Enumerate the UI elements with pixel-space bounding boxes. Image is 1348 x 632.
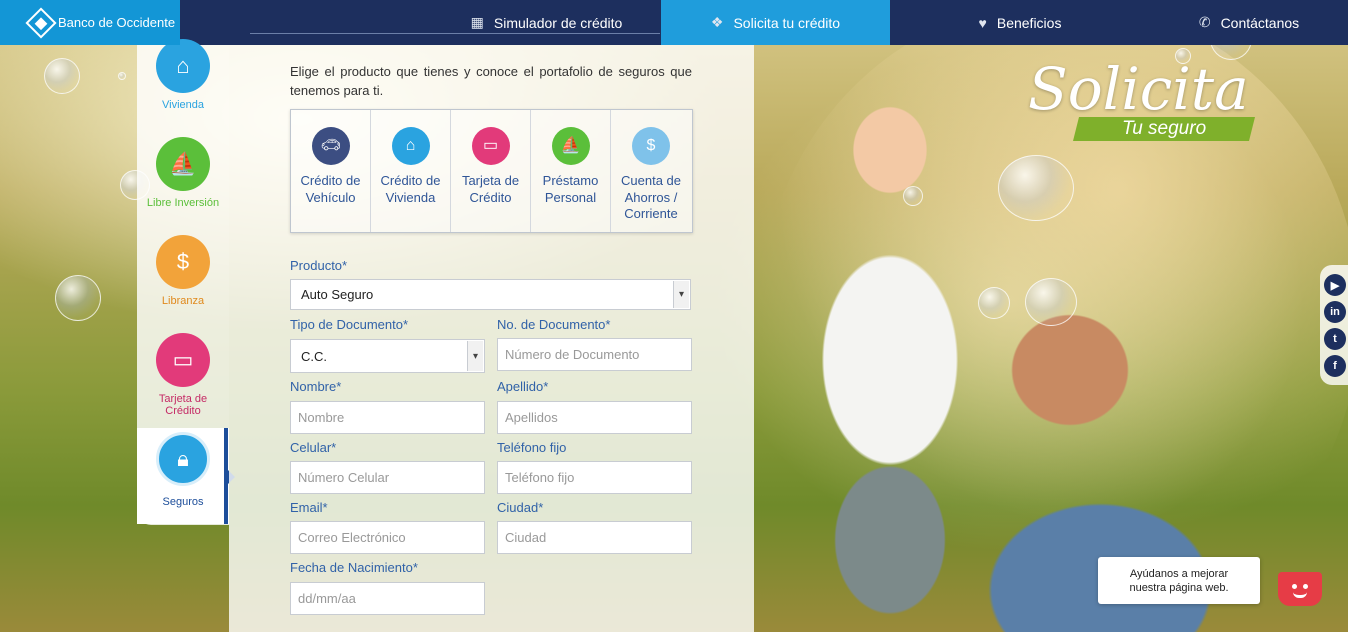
product-selector: 🚗︎ Crédito de Vehículo ⌂ Crédito de Vivi… xyxy=(290,109,693,233)
car-icon: 🚗︎ xyxy=(311,127,350,165)
brand-name: Banco de Occidente xyxy=(58,15,176,30)
sidebar-item-label: Seguros xyxy=(162,496,204,508)
feedback-bubble[interactable]: Ayúdanos a mejorar nuestra página web. xyxy=(1098,557,1260,604)
hero-subtitle-banner: Tu seguro xyxy=(1073,117,1255,141)
sidebar-item-vivienda[interactable]: ⌂ Vivienda xyxy=(137,39,229,111)
product-prestamo-personal[interactable]: ⛵ Préstamo Personal xyxy=(531,110,611,232)
apellido-input[interactable] xyxy=(497,401,692,434)
tipo-documento-label: Tipo de Documento* xyxy=(290,317,409,332)
twitter-icon[interactable]: t xyxy=(1324,328,1346,350)
divider xyxy=(250,33,660,34)
tipo-documento-select[interactable]: C.C. ▾ xyxy=(290,339,485,373)
phone-icon: ✆ xyxy=(1198,14,1211,30)
producto-label: Producto* xyxy=(290,258,348,273)
calculator-icon: ▦ xyxy=(470,14,484,30)
sidebar-item-label: Libre Inversión xyxy=(146,197,220,209)
celular-label: Celular* xyxy=(290,440,337,455)
nav-solicita[interactable]: ❖ Solicita tu crédito xyxy=(661,0,890,45)
telefono-input[interactable] xyxy=(497,461,692,494)
sidebar-item-libre-inversion[interactable]: ⛵ Libre Inversión xyxy=(137,137,229,209)
lock-icon: 🔒︎ xyxy=(156,432,210,486)
nombre-label: Nombre* xyxy=(290,379,342,394)
sidebar-item-label: Vivienda xyxy=(162,99,204,111)
coins-icon: $ xyxy=(156,235,210,289)
sailboat-icon: ⛵ xyxy=(156,137,210,191)
ciudad-label: Ciudad* xyxy=(497,500,544,515)
credit-card-icon: ▭ xyxy=(471,127,510,165)
no-documento-label: No. de Documento* xyxy=(497,317,611,332)
nav-beneficios[interactable]: ♥ Beneficios xyxy=(890,0,1150,45)
sailboat-icon: ⛵ xyxy=(551,127,590,165)
savings-icon: $ xyxy=(632,127,670,165)
hero-subtitle: Tu seguro xyxy=(1121,118,1207,139)
nav-label: Solicita tu crédito xyxy=(733,14,841,31)
chevron-down-icon: ▾ xyxy=(467,341,483,371)
intro-text: Elige el producto que tienes y conoce el… xyxy=(290,64,692,98)
hero-title: Solicita xyxy=(1028,55,1249,123)
nav-label: Simulador de crédito xyxy=(493,14,623,31)
product-credito-vivienda[interactable]: ⌂ Crédito de Vivienda xyxy=(371,110,451,232)
chevron-down-icon: ▾ xyxy=(673,281,689,308)
tipo-documento-value: C.C. xyxy=(301,348,327,364)
sidebar-item-seguros[interactable]: 🔒︎ Seguros xyxy=(137,428,229,524)
sidebar-item-libranza[interactable]: $ Libranza xyxy=(137,235,229,307)
brand-mark-icon xyxy=(25,6,57,39)
product-label: Crédito de Vivienda xyxy=(380,173,441,205)
product-cuenta-ahorros[interactable]: $ Cuenta de Ahorros / Corriente xyxy=(611,110,691,232)
apellido-label: Apellido* xyxy=(497,379,549,394)
sidebar-item-label: Libranza xyxy=(161,295,205,307)
hands-icon: ❖ xyxy=(710,14,724,30)
nav-label: Contáctanos xyxy=(1220,14,1300,31)
credit-card-icon: ▭ xyxy=(156,333,210,387)
product-credito-vehiculo[interactable]: 🚗︎ Crédito de Vehículo xyxy=(291,110,371,232)
feedback-face-icon[interactable] xyxy=(1278,572,1322,606)
fecha-label: Fecha de Nacimiento* xyxy=(290,560,418,575)
producto-select[interactable]: Auto Seguro ▾ xyxy=(290,279,691,310)
telefono-label: Teléfono fijo xyxy=(497,440,567,455)
sidebar-item-label: Tarjeta de Crédito xyxy=(158,393,208,417)
nav-label: Beneficios xyxy=(996,14,1062,31)
brand-logo[interactable]: Banco de Occidente xyxy=(0,0,180,45)
celular-input[interactable] xyxy=(290,461,485,494)
facebook-icon[interactable]: f xyxy=(1324,355,1346,377)
product-label: Cuenta de Ahorros / Corriente xyxy=(621,173,681,221)
sidebar-item-tarjeta[interactable]: ▭ Tarjeta de Crédito xyxy=(137,333,229,417)
youtube-icon[interactable]: ▶ xyxy=(1324,274,1346,296)
product-label: Préstamo Personal xyxy=(542,173,599,205)
linkedin-icon[interactable]: in xyxy=(1324,301,1346,323)
product-tarjeta-credito[interactable]: ▭ Tarjeta de Crédito xyxy=(451,110,531,232)
product-label: Tarjeta de Crédito xyxy=(461,173,520,205)
ciudad-input[interactable] xyxy=(497,521,692,554)
product-sidebar: ⌂ Vivienda ⛵ Libre Inversión $ Libranza … xyxy=(137,39,229,525)
nav-contactanos[interactable]: ✆ Contáctanos xyxy=(1150,0,1348,45)
feedback-text: Ayúdanos a mejorar nuestra página web. xyxy=(1129,567,1229,594)
email-label: Email* xyxy=(290,500,328,515)
social-bar: ▶ in t f xyxy=(1320,265,1348,385)
main-nav: ▦ Simulador de crédito ❖ Solicita tu cré… xyxy=(432,0,1348,45)
email-input[interactable] xyxy=(290,521,485,554)
no-documento-input[interactable] xyxy=(497,338,692,371)
product-label: Crédito de Vehículo xyxy=(300,173,361,205)
house-icon: ⌂ xyxy=(156,39,210,93)
nav-simulador[interactable]: ▦ Simulador de crédito xyxy=(432,0,661,45)
producto-value: Auto Seguro xyxy=(301,287,374,302)
nombre-input[interactable] xyxy=(290,401,485,434)
heart-hands-icon: ♥ xyxy=(978,14,987,31)
fecha-input[interactable] xyxy=(290,582,485,615)
house-icon: ⌂ xyxy=(391,127,430,165)
